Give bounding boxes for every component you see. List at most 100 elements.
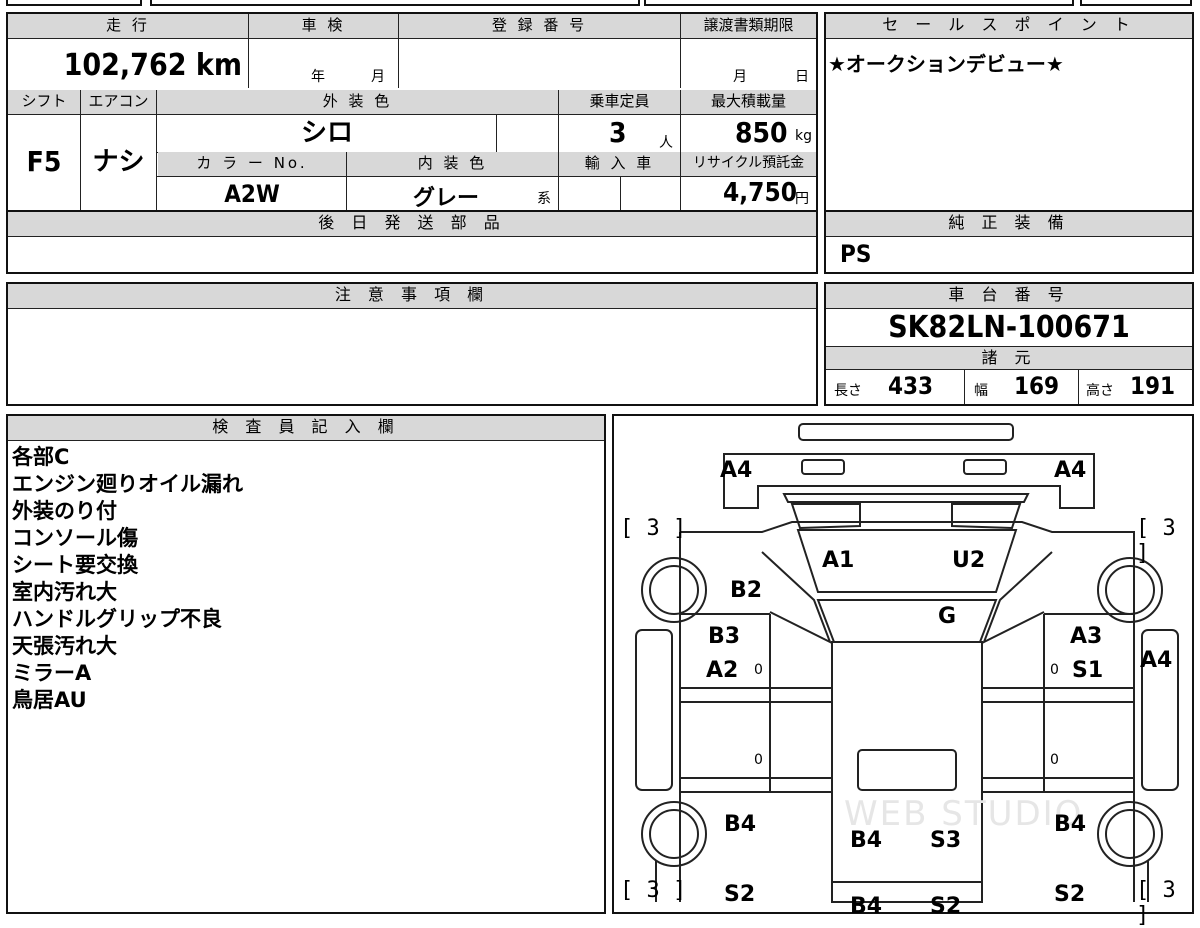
maxload-cell: 850 kg xyxy=(680,114,816,152)
interior-color-value: グレー xyxy=(413,186,480,211)
chassis-number: SK82LN-100671 xyxy=(888,310,1130,345)
damage-mark: A3 xyxy=(1070,624,1103,649)
damage-mark: S3 xyxy=(930,828,962,853)
car-outline-diagram xyxy=(635,423,1179,903)
zero-mark: 0 xyxy=(1050,752,1059,768)
capacity-unit: 人 xyxy=(659,135,673,151)
specs-row: 長さ 433 幅 169 高さ 191 xyxy=(826,370,1192,404)
damage-mark: S2 xyxy=(930,894,962,919)
later-parts-header: 後 日 発 送 部 品 xyxy=(8,212,816,237)
height-label: 高さ xyxy=(1086,383,1114,399)
damage-mark: B4 xyxy=(1054,812,1087,837)
inspector-panel: 検 査 員 記 入 欄 各部C エンジン廻りオイル漏れ 外装のり付 コンソール傷… xyxy=(6,414,606,914)
label-registration: 登 録 番 号 xyxy=(398,14,680,38)
inspector-note: 天張汚れ大 xyxy=(12,634,117,658)
shaken-year: 年 xyxy=(311,69,325,85)
damage-mark: S2 xyxy=(724,882,756,907)
tire-label-bl: [ 3 ] xyxy=(620,878,687,903)
inspector-note: 各部C xyxy=(12,445,70,469)
width-value: 169 xyxy=(1014,372,1060,400)
damage-mark: U2 xyxy=(952,548,986,573)
inspector-note: ハンドルグリップ不良 xyxy=(12,607,222,631)
mileage-value: 102,762 km xyxy=(8,44,246,88)
height-value: 191 xyxy=(1130,372,1176,400)
damage-mark: G xyxy=(938,604,957,629)
specs-header: 諸 元 xyxy=(826,346,1192,370)
capacity-value: 3 xyxy=(609,116,627,149)
inspector-note: 鳥居AU xyxy=(12,688,87,712)
label-interior: 内 装 色 xyxy=(346,152,558,176)
maxload-unit: kg xyxy=(795,128,812,144)
recycle-unit: 円 xyxy=(795,191,809,207)
label-import: 輸 入 車 xyxy=(558,152,680,176)
length-value: 433 xyxy=(888,372,934,400)
maxload-value: 850 xyxy=(735,116,788,149)
zero-mark: 0 xyxy=(754,752,763,768)
inspector-note: エンジン廻りオイル漏れ xyxy=(12,472,243,496)
interior-cell: グレー 系 xyxy=(346,176,558,211)
mileage-number: 102,762 xyxy=(63,48,187,83)
sales-point-text: ★オークションデビュー★ xyxy=(828,52,1064,76)
interior-suffix: 系 xyxy=(537,191,551,207)
label-exterior: 外 装 色 xyxy=(156,90,558,114)
shift-divider xyxy=(156,114,157,210)
width-label: 幅 xyxy=(974,383,988,399)
shift-value: F5 xyxy=(26,145,62,178)
inspector-note: コンソール傷 xyxy=(12,526,138,550)
inspector-note: 外装のり付 xyxy=(12,499,117,523)
top-strip-left xyxy=(6,0,142,6)
genuine-value: PS xyxy=(840,240,872,268)
chassis-header: 車 台 番 号 xyxy=(826,284,1192,309)
later-parts-panel: 後 日 発 送 部 品 xyxy=(6,210,818,274)
label-capacity: 乗車定員 xyxy=(558,90,680,114)
label-recycle: リサイクル預託金 xyxy=(680,152,816,176)
inspector-header: 検 査 員 記 入 欄 xyxy=(8,416,604,441)
capacity-cell: 3 人 xyxy=(558,114,680,152)
cell-registration xyxy=(398,38,680,88)
vehicle-info-table: 走 行 車 検 登 録 番 号 譲渡書類期限 102,762 km 年 月 月 … xyxy=(6,12,818,212)
damage-mark: A4 xyxy=(1140,648,1173,673)
shaken-month: 月 xyxy=(371,69,385,85)
damage-mark: B4 xyxy=(850,828,883,853)
top-strip-right xyxy=(644,0,1074,6)
inspector-notes-list: 各部C エンジン廻りオイル漏れ 外装のり付 コンソール傷 シート要交換 室内汚れ… xyxy=(12,444,243,714)
label-shaken: 車 検 xyxy=(248,14,398,38)
deadline-day: 日 xyxy=(795,69,809,85)
damage-diagram-panel: WEB STUDIO [ 3 ] [ 3 ] [ 3 ] [ 3 ] A4 A4… xyxy=(612,414,1194,928)
damage-mark: A1 xyxy=(822,548,855,573)
inspector-note: ミラーA xyxy=(12,661,92,685)
damage-mark: A4 xyxy=(720,458,753,483)
label-shift: シフト xyxy=(8,90,80,114)
damage-mark: A2 xyxy=(706,658,739,683)
damage-mark: S1 xyxy=(1072,658,1104,683)
sales-point-panel: セ ー ル ス ポ イ ン ト ★オークションデビュー★ xyxy=(824,12,1194,212)
aircon-value: ナシ xyxy=(80,114,156,210)
recycle-cell: 4,750 円 xyxy=(680,176,816,210)
tire-label-tr: [ 3 ] xyxy=(1136,516,1176,566)
zero-mark: 0 xyxy=(754,662,763,678)
length-label: 長さ xyxy=(834,383,862,399)
specs-divider xyxy=(1078,370,1079,404)
inspector-note: 室内汚れ大 xyxy=(12,580,117,604)
import-cell xyxy=(558,176,620,210)
damage-mark: B2 xyxy=(730,578,763,603)
recycle-value: 4,750 xyxy=(723,178,797,208)
specs-divider xyxy=(964,370,965,404)
label-color-no: カ ラ ー No. xyxy=(158,152,346,176)
tire-label-tl: [ 3 ] xyxy=(620,516,687,541)
top-strip-far xyxy=(1080,0,1192,6)
damage-mark: B4 xyxy=(724,812,757,837)
genuine-header: 純 正 装 備 xyxy=(826,212,1192,237)
genuine-equipment-panel: 純 正 装 備 PS xyxy=(824,210,1194,274)
notes-header: 注 意 事 項 欄 xyxy=(8,284,816,309)
damage-mark: A4 xyxy=(1054,458,1087,483)
cell-shaken: 年 月 xyxy=(248,38,398,88)
import-cell-2 xyxy=(620,176,680,210)
deadline-month: 月 xyxy=(733,69,747,85)
damage-mark: B3 xyxy=(708,624,741,649)
chassis-panel: 車 台 番 号 SK82LN-100671 諸 元 長さ 433 幅 169 高… xyxy=(824,282,1194,406)
color-no-value: A2W xyxy=(224,180,280,208)
top-strip-mid xyxy=(150,0,640,6)
tire-label-br: [ 3 ] xyxy=(1136,878,1176,928)
zero-mark: 0 xyxy=(1050,662,1059,678)
